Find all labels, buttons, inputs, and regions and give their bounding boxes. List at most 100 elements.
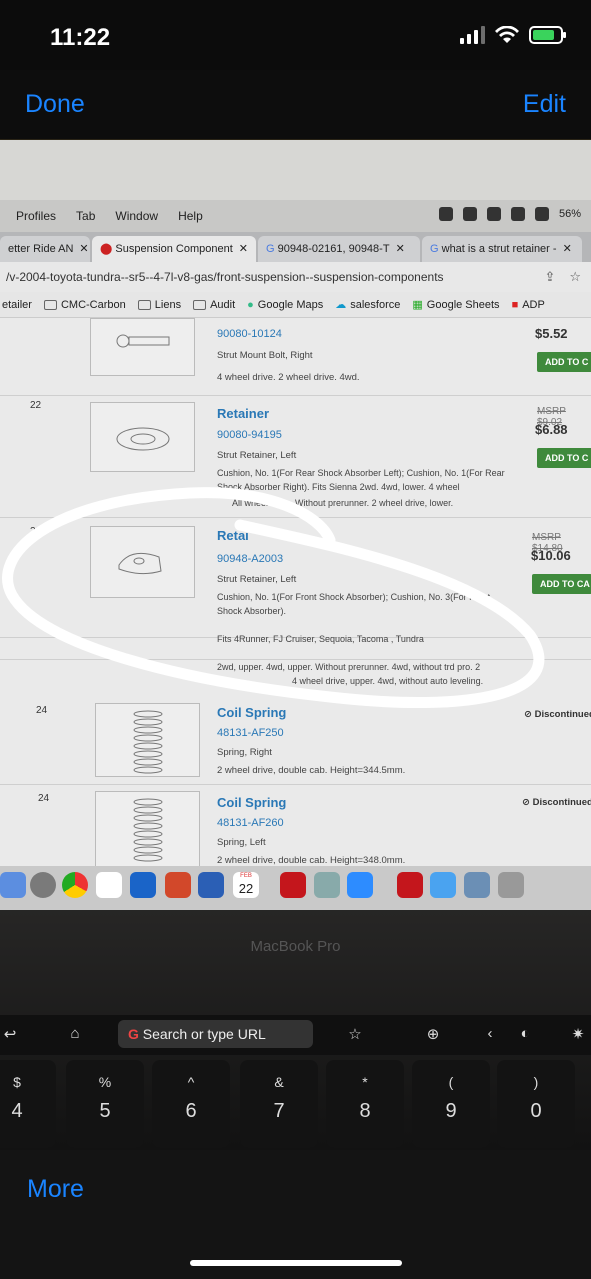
part-row: 22 Retainer 90080-94195 Strut Retainer, … [0,396,591,518]
bookmark-label: Liens [154,298,182,311]
part-note: 2 wheel drive, double cab. Height=344.5m… [217,765,406,776]
bookmark-label: salesforce [350,298,401,311]
cloud-icon [462,207,477,221]
bookmark: Audit [193,299,235,311]
part-row: 24 Coil Spring 48131-AF250 Spring, Right… [0,695,591,785]
play-icon [534,207,549,221]
address-icons: ⇪ ☆ [544,269,581,285]
retainer-diagram [90,526,195,598]
star-icon: ☆ [569,269,581,284]
part-note: Cushion, No. 1(For Front Shock Absorber)… [217,592,491,616]
coil-spring-icon [133,710,163,774]
key-label: 5 [99,1100,111,1122]
bookmarks-bar: etailer CMC-Carbon Liens Audit ● Google M… [0,292,591,318]
photo-bottom-bar: More [0,1150,591,1279]
part-number-link[interactable]: 48131-AF250 [217,727,284,739]
touchbar-search: G Search or type URL [118,1020,313,1048]
zoom-icon [347,872,373,898]
folder-icon [43,299,57,310]
part-price: $6.88 [535,422,568,437]
preview-icon [314,872,340,898]
bookmark-label: Google Sheets [426,298,500,311]
part-number-link[interactable]: 90080-94195 [217,429,282,441]
sync-icon [510,207,525,221]
retainer-diagram [90,402,195,472]
add-to-cart-button[interactable]: ADD TO C [537,448,591,468]
outlook-icon [130,872,156,898]
tab-part-search: G 90948-02161, 90948-T ✕ [258,236,420,262]
spring-diagram [95,791,200,873]
key-6: ^ 6 [152,1060,230,1148]
part-description: Strut Retainer, Left [217,450,297,461]
done-button[interactable]: Done [25,90,85,119]
close-icon: ✕ [79,243,89,255]
address-bar: /v-2004-toyota-tundra--sr5--4-7l-v8-gas/… [0,262,591,292]
key-shift-label: ) [533,1074,539,1090]
folder-icon [430,872,456,898]
close-icon: ✕ [562,243,572,255]
menu-profiles: Profiles [16,209,57,223]
bookmark: Liens [137,298,182,311]
close-icon: ✕ [238,243,249,255]
screen-glare [0,140,591,200]
folder-icon [137,299,151,310]
bookmark: ▦ Google Sheets [412,298,500,312]
key-5: % 5 [66,1060,144,1148]
bookmark-label: etailer [2,298,32,311]
bookmark: ☁ salesforce [335,298,401,312]
edit-button[interactable]: Edit [523,90,566,119]
bookmark: ● Google Maps [247,299,323,311]
acrobat-icon [280,872,306,898]
tab-title: etter Ride AN [8,243,74,255]
part-number-link[interactable]: 90948-A2003 [217,553,283,565]
part-name-link[interactable]: Retainer [217,406,269,421]
tab-title: Suspension Component [115,243,233,255]
mac-menu-bar: Profiles Tab Window Help 56% [0,200,591,232]
url-text: /v-2004-toyota-tundra--sr5--4-7l-v8-gas/… [6,270,444,284]
bolt-icon [116,334,170,348]
more-button[interactable]: More [27,1175,84,1204]
tab-title: 90948-02161, 90948-T [277,243,390,255]
add-to-cart-button[interactable]: ADD TO CA [532,574,591,594]
tab-suspension: ⬤ Suspension Component ✕ [92,236,256,262]
sheets-icon: ▦ [412,299,423,311]
finder-icon [0,872,26,898]
part-description: Strut Mount Bolt, Right [217,350,313,361]
camera-icon [438,207,453,221]
bookmark: ■ ADP [512,299,545,311]
part-name-link[interactable]: Retai [217,528,249,543]
folder-icon [193,299,207,310]
part-name-link[interactable]: Coil Spring [217,795,286,810]
status-bar: 11:22 [0,0,591,70]
menu-window: Window [115,209,159,223]
part-description: Spring, Left [217,837,266,848]
part-number-link[interactable]: 90080-10124 [217,328,282,340]
home-indicator [190,1260,402,1266]
bolt-diagram [90,318,195,376]
tab-ride: etter Ride AN ✕ [0,236,90,262]
calendar-icon: FEB 22 [233,872,259,898]
status-icons [460,26,566,44]
add-to-cart-button[interactable]: ADD TO C [537,352,591,372]
part-description: Spring, Right [217,747,272,758]
bookmark-label: Audit [210,298,236,311]
word-icon [198,872,224,898]
bookmark-label: ADP [522,298,545,311]
retainer-icon [116,427,170,451]
photo-nav-bar: Done Edit [0,70,591,140]
key-label: 4 [11,1100,23,1122]
macbook-label: MacBook Pro [250,938,341,955]
sound-icon: ◐ [520,1025,530,1042]
key-8: * 8 [326,1060,404,1148]
app-icon [486,207,501,221]
key-shift-label: ^ [187,1074,195,1090]
key-shift-label: $ [13,1074,21,1090]
part-name-link[interactable]: Coil Spring [217,705,286,720]
star-icon: ☆ [348,1026,362,1043]
calendar-day: 22 [238,881,254,896]
settings-icon [30,872,56,898]
part-description: Strut Retainer, Left [217,574,297,585]
row-number: 24 [36,705,48,716]
part-note: 2 wheel drive, double cab. Height=348.0m… [217,855,406,866]
part-number-link[interactable]: 48131-AF260 [217,817,284,829]
